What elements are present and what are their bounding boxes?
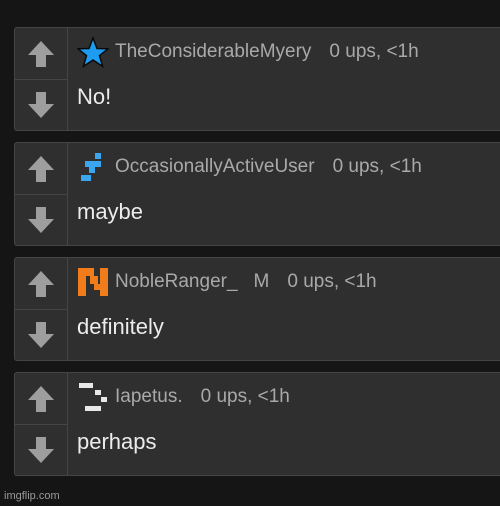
arrow-down-icon <box>28 321 54 348</box>
comment-text: definitely <box>77 314 164 339</box>
username-link[interactable]: Iapetus. <box>115 386 183 408</box>
downvote-button[interactable] <box>15 194 67 245</box>
upvote-button[interactable] <box>15 143 67 195</box>
comment-card: NobleRanger_ M 0 ups, <1h definitely <box>14 257 500 361</box>
arrow-down-icon <box>28 206 54 233</box>
comment-score: 0 ups, <1h <box>329 41 419 62</box>
downvote-button[interactable] <box>15 79 67 130</box>
upvote-button[interactable] <box>15 28 67 80</box>
watermark: imgflip.com <box>4 490 60 502</box>
arrow-up-icon <box>28 40 54 67</box>
blue-pixel-figure-icon[interactable] <box>77 151 109 183</box>
blue-star-icon[interactable] <box>77 36 109 68</box>
comment-meta: NobleRanger_ M 0 ups, <1h <box>77 266 377 298</box>
comment-score: 0 ups, <1h <box>332 156 422 177</box>
comment-card: TheConsiderableMyery 0 ups, <1h No! <box>14 27 500 131</box>
vote-column <box>15 373 68 475</box>
username-link[interactable]: OccasionallyActiveUser <box>115 156 315 178</box>
downvote-button[interactable] <box>15 424 67 475</box>
mod-badge: M <box>253 271 270 292</box>
comment-score: 0 ups, <1h <box>200 386 290 407</box>
comment-text: maybe <box>77 199 144 224</box>
arrow-up-icon <box>28 155 54 182</box>
arrow-up-icon <box>28 270 54 297</box>
comment-meta: Iapetus. 0 ups, <1h <box>77 383 290 411</box>
arrow-down-icon <box>28 436 54 463</box>
comment-text: No! <box>77 84 112 109</box>
vote-column <box>15 143 68 245</box>
upvote-button[interactable] <box>15 373 67 425</box>
comment-score: 0 ups, <1h <box>287 271 377 292</box>
vote-column <box>15 258 68 360</box>
comment-meta: TheConsiderableMyery 0 ups, <1h <box>77 36 419 68</box>
arrow-up-icon <box>28 385 54 412</box>
username-link[interactable]: TheConsiderableMyery <box>115 41 311 63</box>
comment-meta: OccasionallyActiveUser 0 ups, <1h <box>77 153 422 181</box>
username-link[interactable]: NobleRanger_ <box>115 271 238 293</box>
orange-pixel-n-icon[interactable] <box>77 266 109 298</box>
upvote-button[interactable] <box>15 258 67 310</box>
comment-text: perhaps <box>77 429 157 454</box>
downvote-button[interactable] <box>15 309 67 360</box>
arrow-down-icon <box>28 91 54 118</box>
comment-card: OccasionallyActiveUser 0 ups, <1h maybe <box>14 142 500 246</box>
white-pixel-blocks-icon[interactable] <box>77 381 109 413</box>
vote-column <box>15 28 68 130</box>
comment-card: Iapetus. 0 ups, <1h perhaps <box>14 372 500 476</box>
